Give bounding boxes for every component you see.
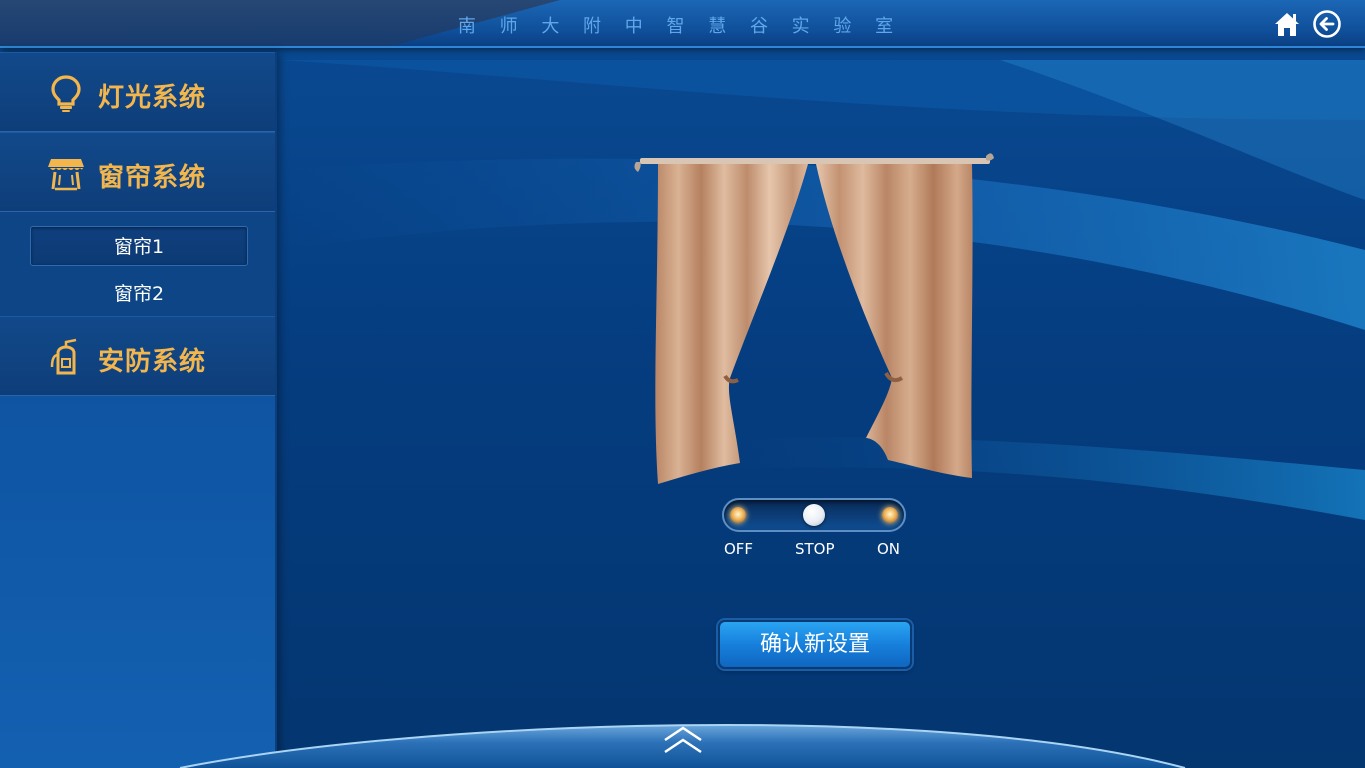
app-title: 南 师 大 附 中 智 慧 谷 实 验 室 <box>457 16 903 37</box>
nav-security-label: 安防系统 <box>98 347 207 377</box>
curtain-illustration <box>630 148 1000 488</box>
switch-label-on: ON <box>877 540 901 558</box>
switch-label-off: OFF <box>724 540 754 558</box>
nav-security-system[interactable]: 安防系统 <box>0 316 275 396</box>
curtain-submenu: 窗帘1 窗帘2 <box>0 212 275 316</box>
off-indicator-light <box>730 507 746 523</box>
sidebar: 灯光系统 窗帘系统 窗帘1 窗帘2 安防系统 <box>0 52 277 768</box>
top-bar: 南 师 大 附 中 智 慧 谷 实 验 室 <box>0 0 1365 48</box>
on-indicator-light <box>882 507 898 523</box>
back-arrow-icon[interactable] <box>1311 8 1343 40</box>
submenu-item-curtain-2[interactable]: 窗帘2 <box>30 274 248 314</box>
nav-lighting-system[interactable]: 灯光系统 <box>0 52 275 132</box>
lightbulb-icon <box>46 73 86 113</box>
nav-curtain-label: 窗帘系统 <box>98 163 207 193</box>
nav-curtain-system[interactable]: 窗帘系统 <box>0 132 275 212</box>
nav-lighting-label: 灯光系统 <box>98 83 207 113</box>
curtain-icon <box>46 153 86 193</box>
switch-knob[interactable] <box>803 504 825 526</box>
fire-extinguisher-icon <box>46 337 86 377</box>
double-chevron-up-icon[interactable] <box>662 724 704 756</box>
home-icon[interactable] <box>1271 8 1303 40</box>
submenu-item-curtain-1[interactable]: 窗帘1 <box>30 226 248 266</box>
switch-label-stop: STOP <box>795 540 835 558</box>
curtain-state-switch[interactable] <box>722 498 906 532</box>
confirm-settings-button[interactable]: 确认新设置 <box>718 620 912 669</box>
